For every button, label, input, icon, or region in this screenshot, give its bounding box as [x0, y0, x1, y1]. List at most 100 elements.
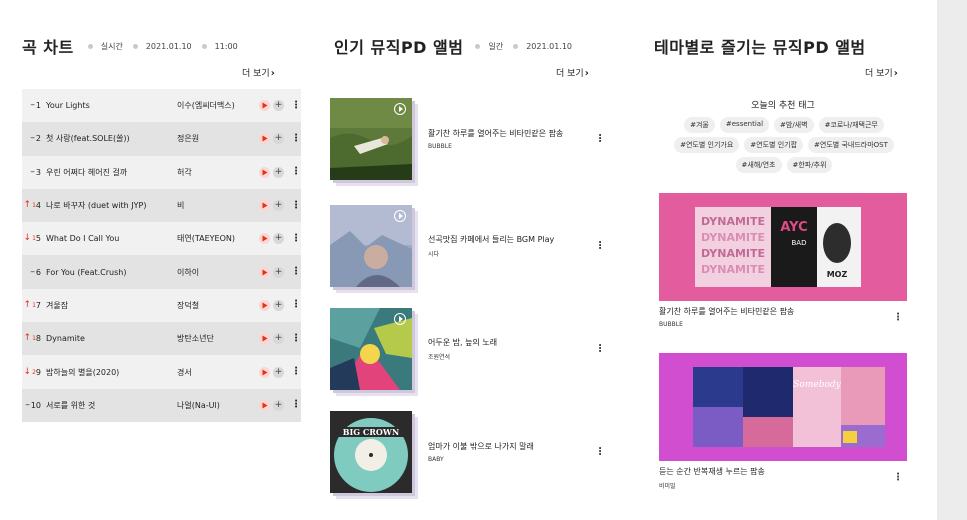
- artist-name[interactable]: 장덕철: [177, 300, 259, 311]
- tag-chip[interactable]: #essential: [719, 117, 770, 133]
- more-options-icon[interactable]: ⋮: [893, 312, 903, 323]
- add-icon[interactable]: +: [273, 366, 284, 378]
- album-title[interactable]: 활기찬 하루를 열어주는 비타민같은 팝송: [428, 128, 588, 139]
- artist-name[interactable]: 나얼(Na-Ul): [177, 400, 259, 411]
- add-icon[interactable]: +: [273, 333, 284, 345]
- play-icon[interactable]: [259, 399, 270, 411]
- play-icon[interactable]: [394, 313, 406, 325]
- artist-name[interactable]: 이하이: [177, 267, 259, 278]
- add-icon[interactable]: +: [273, 266, 284, 278]
- song-title[interactable]: What Do I Call You: [43, 234, 177, 243]
- tag-chip[interactable]: #겨울: [684, 117, 715, 133]
- tag-chip[interactable]: #한파/추위: [786, 157, 833, 173]
- play-icon[interactable]: [259, 100, 270, 112]
- play-icon[interactable]: [394, 103, 406, 115]
- more-options-icon[interactable]: ⋮: [291, 267, 301, 277]
- more-options-icon[interactable]: ⋮: [291, 333, 301, 344]
- play-icon[interactable]: [259, 333, 270, 345]
- chart-more-link[interactable]: 더 보기›: [242, 66, 275, 79]
- album-cover[interactable]: [330, 308, 412, 390]
- tag-chip[interactable]: #연도별 인기가요: [674, 137, 740, 153]
- album-title[interactable]: 선곡맛집 카페에서 들리는 BGM Play: [428, 234, 588, 245]
- more-options-icon[interactable]: ⋮: [291, 167, 301, 177]
- artist-name[interactable]: 비: [177, 200, 259, 211]
- more-options-icon[interactable]: ⋮: [291, 367, 301, 377]
- chart-row[interactable]: –3 우린 어쩌다 헤어진 걸까 허각 + ⋮: [22, 155, 301, 189]
- chart-row[interactable]: ↑ 1 4 나로 바꾸자 (duet with JYP) 비 + ⋮: [22, 188, 301, 223]
- more-options-icon[interactable]: ⋮: [291, 200, 301, 211]
- play-icon[interactable]: [259, 299, 270, 311]
- song-title[interactable]: 첫 사랑(feat.SOLE(쏠)): [43, 133, 177, 144]
- tag-chip[interactable]: #새해/연초: [735, 157, 782, 173]
- album-item[interactable]: 어두운 밤, 늪의 노래 조원연석 ⋮: [330, 308, 615, 390]
- more-options-icon[interactable]: ⋮: [595, 241, 605, 252]
- more-options-icon[interactable]: ⋮: [291, 300, 301, 310]
- artist-name[interactable]: 정은원: [177, 133, 259, 144]
- chart-row[interactable]: ↓ 1 5 What Do I Call You 태연(TAEYEON) + ⋮: [22, 222, 301, 256]
- song-title[interactable]: Dynamite: [43, 334, 177, 343]
- play-icon[interactable]: [259, 266, 270, 278]
- play-icon[interactable]: [259, 166, 270, 178]
- song-title[interactable]: 겨울잠: [43, 300, 177, 311]
- theme-card-title[interactable]: 활기찬 하루를 열어주는 비타민같은 팝송: [659, 306, 907, 317]
- artist-name[interactable]: 태연(TAEYEON): [177, 233, 259, 244]
- artist-name[interactable]: 이수(엠씨더맥스): [177, 100, 259, 111]
- play-icon[interactable]: [259, 133, 270, 145]
- theme-more-link[interactable]: 더 보기›: [865, 66, 898, 79]
- theme-banner[interactable]: DYNAMITE DYNAMITE DYNAMITE DYNAMITE AYC …: [659, 193, 907, 301]
- song-title[interactable]: 나로 바꾸자 (duet with JYP): [43, 200, 177, 211]
- chart-row[interactable]: –6 For You (Feat.Crush) 이하이 + ⋮: [22, 255, 301, 289]
- tag-chip[interactable]: #밤/새벽: [774, 117, 814, 133]
- more-options-icon[interactable]: ⋮: [291, 400, 301, 410]
- theme-banner[interactable]: Somebody: [659, 353, 907, 461]
- chart-row[interactable]: ↓ 2 9 밤하늘의 별을(2020) 경서 + ⋮: [22, 355, 301, 389]
- play-icon[interactable]: [259, 200, 270, 212]
- artist-name[interactable]: 방탄소년단: [177, 333, 259, 344]
- album-item[interactable]: BIG CROWN 엄마가 이불 밖으로 나가지 말래 BABY ⋮: [330, 411, 615, 493]
- more-options-icon[interactable]: ⋮: [893, 472, 903, 483]
- add-icon[interactable]: +: [273, 166, 284, 178]
- artist-name[interactable]: 경서: [177, 367, 259, 378]
- theme-card-title[interactable]: 듣는 순간 반복재생 누르는 팝송: [659, 466, 907, 477]
- more-options-icon[interactable]: ⋮: [595, 344, 605, 355]
- add-icon[interactable]: +: [273, 133, 284, 145]
- more-options-icon[interactable]: ⋮: [291, 233, 301, 244]
- tag-chip[interactable]: #코로나/재택근무: [818, 117, 884, 133]
- chart-row[interactable]: ↑ 1 8 Dynamite 방탄소년단 + ⋮: [22, 322, 301, 356]
- song-title[interactable]: 서로를 위한 것: [43, 400, 177, 411]
- more-options-icon[interactable]: ⋮: [291, 133, 301, 144]
- song-title[interactable]: 밤하늘의 별을(2020): [43, 367, 177, 378]
- album-item[interactable]: 선곡맛집 카페에서 들리는 BGM Play 시다 ⋮: [330, 205, 615, 287]
- popular-more-link[interactable]: 더 보기›: [556, 66, 589, 79]
- more-options-icon[interactable]: ⋮: [595, 447, 605, 458]
- song-title[interactable]: For You (Feat.Crush): [43, 268, 177, 277]
- theme-card[interactable]: Somebody 듣는 순간 반복재생 누르는 팝송 비미밀 ⋮: [659, 353, 907, 490]
- song-title[interactable]: Your Lights: [43, 101, 177, 110]
- tag-chip[interactable]: #연도별 국내드라마OST: [808, 137, 894, 153]
- chart-row[interactable]: –1 Your Lights 이수(엠씨더맥스) + ⋮: [22, 89, 301, 123]
- theme-card[interactable]: DYNAMITE DYNAMITE DYNAMITE DYNAMITE AYC …: [659, 193, 907, 328]
- chart-row[interactable]: –2 첫 사랑(feat.SOLE(쏠)) 정은원 + ⋮: [22, 122, 301, 156]
- add-icon[interactable]: +: [273, 399, 284, 411]
- add-icon[interactable]: +: [273, 100, 284, 112]
- add-icon[interactable]: +: [273, 299, 284, 311]
- more-options-icon[interactable]: ⋮: [291, 100, 301, 111]
- album-cover[interactable]: BIG CROWN: [330, 411, 412, 493]
- album-item[interactable]: 활기찬 하루를 열어주는 비타민같은 팝송 BUBBLE ⋮: [330, 98, 615, 180]
- more-options-icon[interactable]: ⋮: [595, 134, 605, 145]
- album-title[interactable]: 엄마가 이불 밖으로 나가지 말래: [428, 441, 588, 452]
- album-cover[interactable]: [330, 205, 412, 287]
- album-title[interactable]: 어두운 밤, 늪의 노래: [428, 337, 588, 348]
- chart-row[interactable]: ↑ 1 7 겨울잠 장덕철 + ⋮: [22, 288, 301, 323]
- play-icon[interactable]: [394, 210, 406, 222]
- add-icon[interactable]: +: [273, 200, 284, 212]
- tag-chip[interactable]: #연도별 인기팝: [744, 137, 804, 153]
- album-cover[interactable]: [330, 98, 412, 180]
- add-icon[interactable]: +: [273, 233, 284, 245]
- song-title[interactable]: 우린 어쩌다 헤어진 걸까: [43, 167, 177, 178]
- artist-name[interactable]: 허각: [177, 167, 259, 178]
- play-icon[interactable]: [259, 366, 270, 378]
- play-icon[interactable]: [259, 233, 270, 245]
- chart-date: 2021.01.10: [145, 41, 192, 51]
- chart-row[interactable]: –10 서로를 위한 것 나얼(Na-Ul) + ⋮: [22, 388, 301, 422]
